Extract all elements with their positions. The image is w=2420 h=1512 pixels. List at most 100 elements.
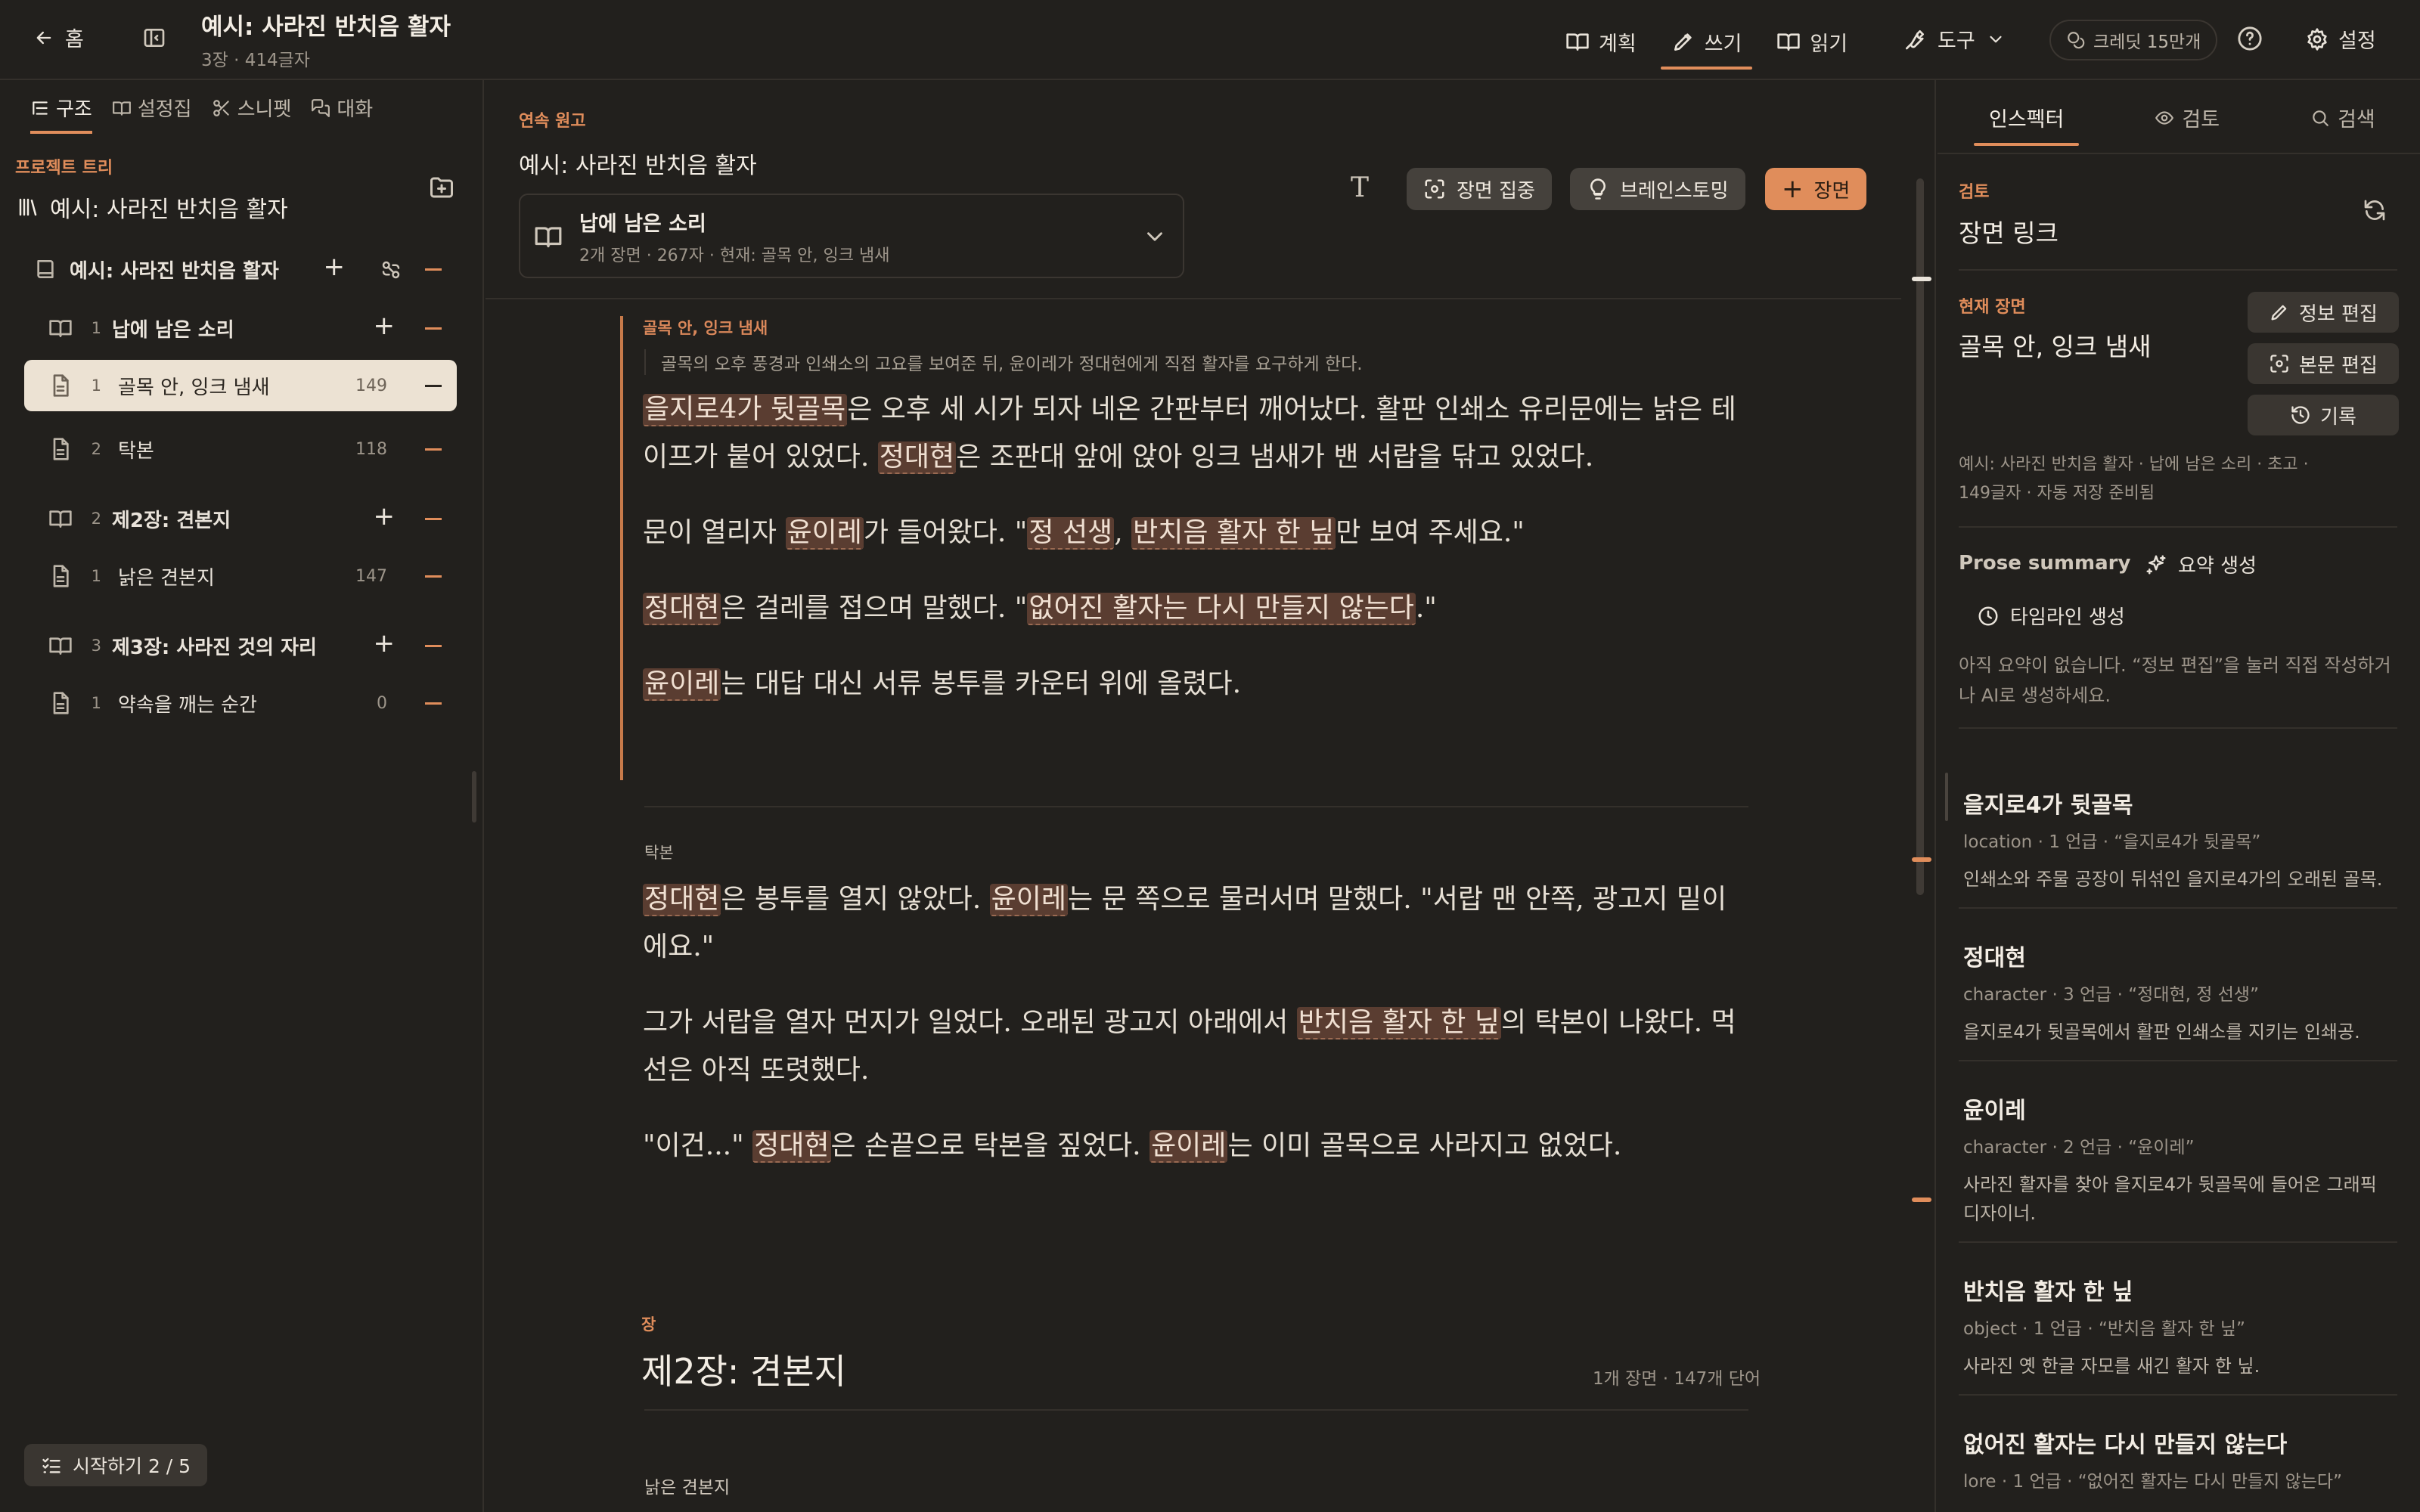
entity-card[interactable]: 윤이레 character · 2 언급 · “윤이레” 사라진 활자를 찾아 … bbox=[1963, 1092, 2402, 1228]
scene-count: 118 bbox=[355, 439, 387, 459]
tree-root[interactable]: 예시: 사라진 반치음 활자 bbox=[17, 191, 288, 224]
getting-started-button[interactable]: 시작하기 2 / 5 bbox=[24, 1444, 208, 1486]
left-tabs: 구조 설정집 스니펫 대화 bbox=[30, 94, 373, 134]
tree-scene[interactable]: 1 약속을 깨는 순간 0 bbox=[24, 677, 457, 729]
add-scene-button[interactable]: + bbox=[374, 631, 396, 656]
chevron-down-icon bbox=[1986, 29, 2006, 49]
panel-resize-handle[interactable] bbox=[472, 771, 476, 823]
entity-mention[interactable]: 을지로4가 뒷골목 bbox=[643, 394, 848, 426]
mode-read[interactable]: 읽기 bbox=[1766, 17, 1858, 67]
entity-mention[interactable]: 없어진 활자는 다시 만들지 않는다 bbox=[1027, 593, 1416, 625]
tab-snippets[interactable]: 스니펫 bbox=[212, 94, 292, 131]
home-button[interactable]: 홈 bbox=[33, 23, 84, 52]
entity-mention[interactable]: 정 선생 bbox=[1027, 517, 1115, 550]
remove-chapter-button[interactable] bbox=[425, 327, 442, 330]
text-span: 그가 서랍을 열자 먼지가 일었다. 오래된 광고지 아래에서 bbox=[643, 1007, 1297, 1038]
entity-mention[interactable]: 정대현 bbox=[877, 442, 957, 474]
scroll-chapter-marker[interactable] bbox=[1912, 857, 1931, 862]
entity-name: 을지로4가 뒷골목 bbox=[1963, 792, 2133, 819]
entity-mention[interactable]: 윤이레 bbox=[643, 668, 721, 701]
summary-empty-line: 나 AI로 생성하세요. bbox=[1959, 685, 2111, 706]
tab-codex[interactable]: 설정집 bbox=[112, 94, 192, 131]
scene-focus-button[interactable]: 장면 집중 bbox=[1407, 168, 1552, 210]
add-scene-button[interactable]: + bbox=[374, 503, 396, 529]
edit-body-button[interactable]: 본문 편집 bbox=[2248, 343, 2399, 384]
tab-structure[interactable]: 구조 bbox=[30, 94, 92, 134]
add-scene-top-button[interactable]: + 장면 bbox=[1765, 168, 1867, 210]
tree-scene[interactable]: 1 낡은 견본지 147 bbox=[24, 550, 457, 602]
tab-snippets-label: 스니펫 bbox=[237, 98, 292, 121]
tools-label: 도구 bbox=[1938, 29, 1975, 53]
remove-book-button[interactable] bbox=[425, 268, 442, 271]
tab-search[interactable]: 검색 bbox=[2295, 103, 2391, 146]
generate-timeline-button[interactable]: 타임라인 생성 bbox=[1977, 602, 2125, 630]
refresh-button[interactable] bbox=[2363, 198, 2387, 222]
entity-card[interactable]: 없어진 활자는 다시 만들지 않는다 lore · 1 언급 · “없어진 활자… bbox=[1963, 1426, 2402, 1492]
entity-description: 디자이너. bbox=[1963, 1203, 2036, 1224]
entity-mention[interactable]: 반치음 활자 한 닢 bbox=[1131, 517, 1336, 550]
scene-prose[interactable]: 을지로4가 뒷골목은 오후 세 시가 되자 네온 간판부터 깨어났다. 활판 인… bbox=[643, 386, 1747, 736]
tree-chapter[interactable]: 1 납에 남은 소리 + bbox=[24, 302, 457, 354]
tree-book-label: 예시: 사라진 반치음 활자 bbox=[70, 259, 279, 283]
edit-info-button[interactable]: 정보 편집 bbox=[2248, 292, 2399, 333]
tab-chat[interactable]: 대화 bbox=[311, 94, 373, 131]
entity-mention[interactable]: 정대현 bbox=[643, 593, 721, 625]
scroll-chapter-marker[interactable] bbox=[1912, 1198, 1931, 1202]
text-span: ." bbox=[1415, 593, 1437, 624]
entity-card[interactable]: 반치음 활자 한 닢 object · 1 언급 · “반치음 활자 한 닢” … bbox=[1963, 1273, 2402, 1380]
remove-scene-button[interactable] bbox=[425, 448, 442, 451]
remove-chapter-button[interactable] bbox=[425, 645, 442, 647]
plus-icon: + bbox=[1782, 174, 1804, 204]
scene-prose[interactable]: 정대현은 봉투를 열지 않았다. 윤이레는 문 쪽으로 물러서며 말했다. "서… bbox=[643, 875, 1747, 1198]
tab-review[interactable]: 검토 bbox=[2139, 103, 2235, 146]
brainstorm-label: 브레인스토밍 bbox=[1620, 179, 1729, 203]
entity-mention[interactable]: 정대현 bbox=[643, 884, 721, 916]
entity-name: 정대현 bbox=[1963, 945, 2026, 971]
remove-scene-button[interactable] bbox=[425, 702, 442, 705]
entity-card[interactable]: 을지로4가 뒷골목 location · 1 언급 · “을지로4가 뒷골목” … bbox=[1963, 786, 2402, 894]
tools-menu[interactable]: 도구 bbox=[1903, 24, 2006, 54]
entity-mention[interactable]: 윤이레 bbox=[785, 517, 864, 550]
link-icon[interactable] bbox=[380, 259, 402, 281]
scene-count: 0 bbox=[377, 693, 387, 713]
scene-title: 탁본 bbox=[118, 439, 154, 463]
settings-button[interactable]: 설정 bbox=[2305, 24, 2376, 54]
tree-scene-selected[interactable]: 1 골목 안, 잉크 냄새 149 bbox=[24, 360, 457, 411]
credit-badge[interactable]: 크레딧 15만개 bbox=[2049, 20, 2218, 60]
lightbulb-icon bbox=[1587, 178, 1609, 200]
entity-divider bbox=[1959, 1394, 2397, 1396]
scene-count: 149 bbox=[355, 376, 387, 395]
tree-chapter[interactable]: 3 제3장: 사라진 것의 자리 + bbox=[24, 620, 457, 671]
remove-scene-button[interactable] bbox=[425, 385, 442, 387]
new-folder-button[interactable] bbox=[428, 174, 455, 201]
text-span: 은 손끝으로 탁본을 짚었다. bbox=[830, 1130, 1150, 1161]
remove-chapter-button[interactable] bbox=[425, 518, 442, 520]
mode-write[interactable]: 쓰기 bbox=[1660, 17, 1753, 70]
mode-plan[interactable]: 계획 bbox=[1555, 17, 1647, 67]
chapter-selector[interactable]: 납에 남은 소리 2개 장면 · 267자 · 현재: 골목 안, 잉크 냄새 bbox=[519, 194, 1184, 278]
tab-inspector[interactable]: 인스펙터 bbox=[1974, 103, 2080, 146]
sidebar-toggle-button[interactable] bbox=[142, 26, 166, 50]
help-button[interactable] bbox=[2237, 26, 2263, 51]
panel-divider bbox=[1934, 80, 1936, 1512]
manuscript-scrollbar[interactable] bbox=[1916, 178, 1924, 895]
remove-scene-button[interactable] bbox=[425, 575, 442, 578]
entity-mention[interactable]: 윤이레 bbox=[989, 884, 1069, 916]
add-scene-button[interactable]: + bbox=[374, 313, 396, 339]
tree-chapter[interactable]: 2 제2장: 견본지 + bbox=[24, 493, 457, 544]
entity-mention[interactable]: 정대현 bbox=[752, 1130, 831, 1163]
brainstorm-button[interactable]: 브레인스토밍 bbox=[1570, 168, 1745, 210]
text-span: "이건..." bbox=[643, 1130, 753, 1161]
home-label: 홈 bbox=[65, 28, 84, 51]
history-button[interactable]: 기록 bbox=[2248, 395, 2399, 435]
text-format-button[interactable]: T bbox=[1351, 172, 1369, 203]
entity-mention[interactable]: 윤이레 bbox=[1150, 1130, 1228, 1163]
generate-summary-button[interactable]: 요약 생성 bbox=[2145, 550, 2257, 578]
entity-name: 없어진 활자는 다시 만들지 않는다 bbox=[1963, 1432, 2288, 1458]
entity-card[interactable]: 정대현 character · 3 언급 · “정대현, 정 선생” 을지로4가… bbox=[1963, 939, 2402, 1046]
add-chapter-button[interactable]: + bbox=[324, 254, 346, 280]
tree-scene[interactable]: 2 탁본 118 bbox=[24, 423, 457, 475]
entity-mention[interactable]: 반치음 활자 한 닢 bbox=[1296, 1007, 1501, 1040]
entity-meta: character · 3 언급 · “정대현, 정 선생” bbox=[1963, 985, 2259, 1005]
tree-book[interactable]: 예시: 사라진 반치음 활자 + bbox=[24, 243, 457, 295]
